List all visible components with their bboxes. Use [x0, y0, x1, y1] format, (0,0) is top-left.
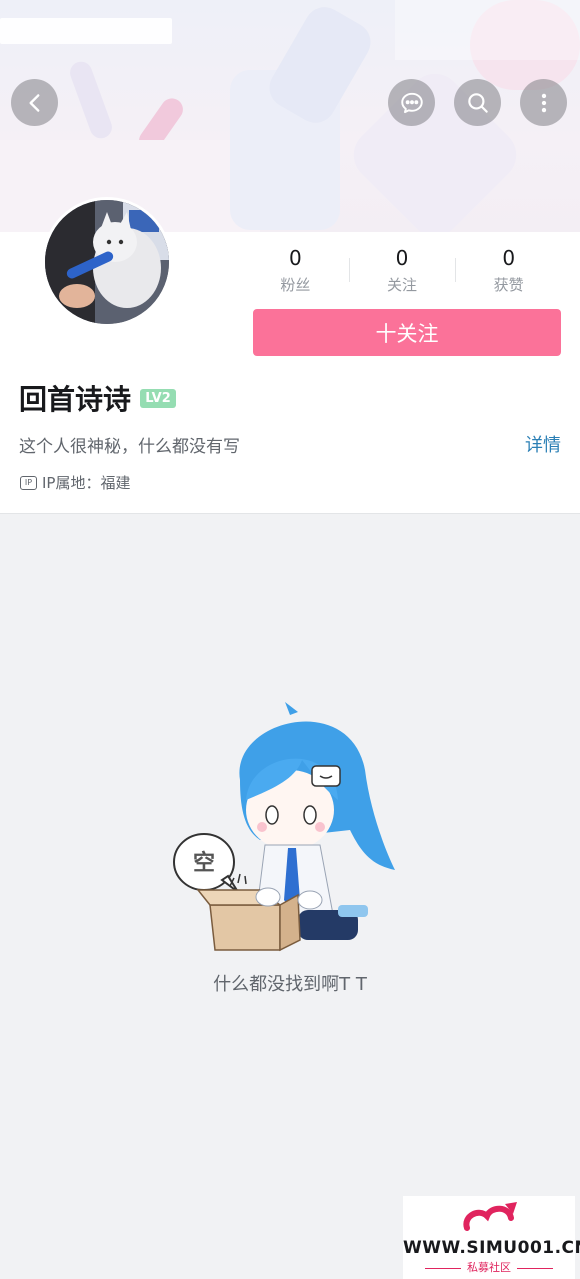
- search-button[interactable]: [454, 79, 501, 126]
- watermark-url: WWW.SIMU001.CN: [403, 1238, 580, 1258]
- chevron-left-icon: [28, 93, 39, 112]
- stat-fans[interactable]: 0 粉丝: [242, 246, 349, 296]
- more-button[interactable]: [520, 79, 567, 126]
- stat-following-count: 0: [395, 246, 409, 270]
- follow-button[interactable]: 十关注: [253, 309, 561, 356]
- ip-location-text: IP属地：福建: [42, 474, 131, 492]
- watermark-logo-icon: [463, 1202, 517, 1231]
- stat-fans-count: 0: [288, 246, 302, 270]
- level-badge: LV2: [140, 389, 176, 408]
- more-vertical-icon: [541, 93, 546, 112]
- empty-state-message: 什么都没找到啊T T: [213, 974, 367, 995]
- username: 回首诗诗: [19, 383, 132, 416]
- avatar[interactable]: [42, 197, 172, 327]
- message-button[interactable]: [388, 79, 435, 126]
- bio-text: 这个人很神秘，什么都没有写: [19, 437, 240, 457]
- stat-following-label: 关注: [387, 276, 418, 294]
- stat-following[interactable]: 0 关注: [348, 246, 456, 296]
- search-icon: [467, 92, 488, 113]
- stat-likes-count: 0: [502, 246, 516, 270]
- watermark-sub: 私募社区: [403, 1259, 575, 1275]
- stat-likes-label: 获赞: [493, 276, 524, 294]
- empty-state-illustration: 空: [170, 700, 410, 955]
- watermark: WWW.SIMU001.CN 私募社区: [403, 1196, 580, 1279]
- stat-fans-label: 粉丝: [280, 276, 311, 294]
- stats-row: 0 粉丝 0 关注 0 获赞: [242, 246, 562, 296]
- chat-bubble-icon: [400, 92, 423, 113]
- status-bar-left: [0, 18, 172, 44]
- ip-location-row: IP IP属地：福建: [20, 472, 130, 493]
- ip-icon: IP: [20, 475, 37, 490]
- status-bar-right: [395, 0, 580, 60]
- back-button[interactable]: [11, 79, 58, 126]
- detail-link[interactable]: 详情: [525, 431, 561, 457]
- stat-likes[interactable]: 0 获赞: [455, 246, 562, 296]
- bubble-text: 空: [193, 850, 215, 876]
